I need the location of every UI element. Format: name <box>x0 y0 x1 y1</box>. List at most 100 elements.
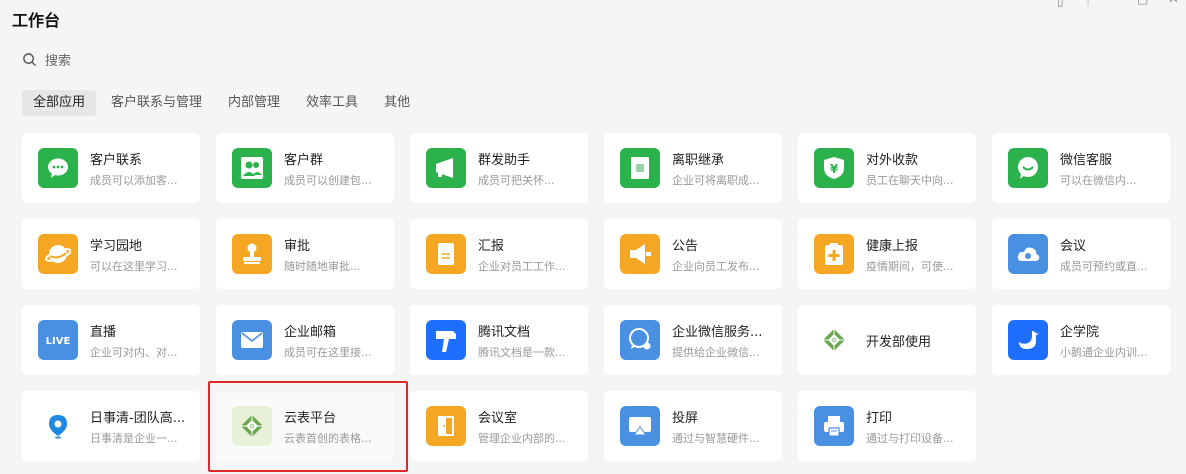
app-desc: 通过与打印设备... <box>866 431 954 445</box>
tencent-docs-icon <box>426 320 466 360</box>
close-icon[interactable]: ✕ <box>1168 0 1179 7</box>
app-name: 健康上报 <box>866 238 919 254</box>
planet-icon <box>38 234 78 274</box>
app-card[interactable]: 企业微信服务... 提供给企业微信... <box>604 305 782 375</box>
app-desc: 云表首创的表格... <box>284 431 372 445</box>
app-text: 直播企业可对内、对... <box>90 321 178 360</box>
app-grid: 客户联系成员可以添加客... 客户群 成员可以创建包... 群发助手 成员可把关怀...… <box>22 133 1170 461</box>
diamond-logo-icon <box>814 320 854 360</box>
minimize-icon[interactable]: — <box>1105 0 1117 5</box>
app-text: 汇报 企业对员工工作... <box>478 235 566 274</box>
app-desc: 通过与智慧硬件... <box>672 431 760 445</box>
app-text: 腾讯文档腾讯文档是一款... <box>478 321 566 360</box>
tab-2[interactable]: 内部管理 <box>217 90 291 116</box>
app-card[interactable]: 会议室管理企业内部的... <box>410 391 588 461</box>
app-name: 腾讯文档 <box>478 324 531 340</box>
app-card[interactable]: 打印 通过与打印设备... <box>798 391 976 461</box>
app-card[interactable]: 日事清-团队高... 日事清是企业一... <box>22 391 200 461</box>
app-card[interactable]: 汇报 企业对员工工作... <box>410 219 588 289</box>
app-text: 投屏通过与智慧硬件... <box>672 407 760 446</box>
announce-icon <box>620 234 660 274</box>
tab-0[interactable]: 全部应用 <box>22 90 97 116</box>
category-tabs: 全部应用 客户联系与管理 内部管理 效率工具 其他 <box>22 90 421 116</box>
app-name: 企业微信服务... <box>672 324 763 340</box>
app-desc: 企业可对内、对... <box>90 345 178 359</box>
document-icon <box>620 148 660 188</box>
app-card[interactable]: 投屏通过与智慧硬件... <box>604 391 782 461</box>
diamond-logo-icon <box>232 406 272 446</box>
app-text: 日事清-团队高... 日事清是企业一... <box>90 407 185 446</box>
app-desc: 腾讯文档是一款... <box>478 345 566 359</box>
live-icon: LIVE <box>38 320 78 360</box>
yuan-shield-icon: ¥ <box>814 148 854 188</box>
app-text: 企业邮箱 成员可在这里接... <box>284 321 372 360</box>
app-name: 客户联系 <box>90 152 143 168</box>
pin-icon[interactable]: ▯ <box>1057 0 1064 8</box>
report-icon <box>426 234 466 274</box>
app-desc: 企业可将离职成... <box>672 173 760 187</box>
app-desc: 成员可把关怀... <box>478 173 555 187</box>
app-text: 云表平台云表首创的表格... <box>284 407 372 446</box>
app-desc: 管理企业内部的... <box>478 431 566 445</box>
app-card[interactable]: 云表平台云表首创的表格... <box>216 391 394 461</box>
door-icon <box>426 406 466 446</box>
app-card[interactable]: 公告企业向员工发布... <box>604 219 782 289</box>
app-card[interactable]: 微信客服 可以在微信内... <box>992 133 1170 203</box>
search-box[interactable]: 搜索 <box>22 50 71 69</box>
stamp-icon <box>232 234 272 274</box>
app-name: 汇报 <box>478 238 505 254</box>
app-desc: 成员可在这里接... <box>284 345 372 359</box>
app-card[interactable]: 客户群 成员可以创建包... <box>216 133 394 203</box>
app-card[interactable]: 群发助手 成员可把关怀... <box>410 133 588 203</box>
app-text: 客户群 成员可以创建包... <box>284 149 372 188</box>
app-name: 云表平台 <box>284 410 337 426</box>
app-name: 客户群 <box>284 152 324 168</box>
app-card[interactable]: ¥ 对外收款 员工在聊天中向... <box>798 133 976 203</box>
app-desc: 员工在聊天中向... <box>866 173 954 187</box>
app-desc: 可以在这里学习... <box>90 259 178 273</box>
app-text: 企学院 小鹅通企业内训... <box>1060 321 1148 360</box>
tab-4[interactable]: 其他 <box>373 90 421 116</box>
app-card[interactable]: 企业邮箱 成员可在这里接... <box>216 305 394 375</box>
app-text: 企业微信服务... 提供给企业微信... <box>672 321 762 360</box>
app-card[interactable]: 学习园地 可以在这里学习... <box>22 219 200 289</box>
app-desc: 随时随地审批... <box>284 259 361 273</box>
app-name: 直播 <box>90 324 117 340</box>
search-icon <box>23 53 37 67</box>
app-name: 审批 <box>284 238 311 254</box>
app-card[interactable]: 健康上报 疫情期间，可使... <box>798 219 976 289</box>
megaphone-icon <box>426 148 466 188</box>
app-name: 公告 <box>672 238 699 254</box>
app-name: 日事清-团队高... <box>90 410 186 426</box>
app-card[interactable]: 审批随时随地审批... <box>216 219 394 289</box>
app-card[interactable]: LIVE 直播企业可对内、对... <box>22 305 200 375</box>
app-text: 群发助手 成员可把关怀... <box>478 149 555 188</box>
app-card[interactable]: 开发部使用 <box>798 305 976 375</box>
app-desc: 企业向员工发布... <box>672 259 760 273</box>
mail-icon <box>232 320 272 360</box>
app-card[interactable]: 离职继承企业可将离职成... <box>604 133 782 203</box>
app-name: 会议室 <box>478 410 518 426</box>
goose-icon <box>1008 320 1048 360</box>
app-card[interactable]: 企学院 小鹅通企业内训... <box>992 305 1170 375</box>
app-text: 公告企业向员工发布... <box>672 235 760 274</box>
app-name: 离职继承 <box>672 152 725 168</box>
app-text: 对外收款 员工在聊天中向... <box>866 149 954 188</box>
app-card[interactable]: 会议 成员可预约或直... <box>992 219 1170 289</box>
app-text: 健康上报 疫情期间，可使... <box>866 235 954 274</box>
app-desc: 成员可以添加客... <box>90 173 178 187</box>
app-text: 开发部使用 <box>866 331 931 350</box>
app-card[interactable]: 客户联系成员可以添加客... <box>22 133 200 203</box>
maximize-icon[interactable]: □ <box>1137 0 1148 6</box>
service-chat-icon <box>620 320 660 360</box>
group-icon <box>232 148 272 188</box>
app-desc: 小鹅通企业内训... <box>1060 345 1148 359</box>
tab-1[interactable]: 客户联系与管理 <box>100 90 213 116</box>
app-name: 开发部使用 <box>866 334 932 350</box>
app-name: 会议 <box>1060 238 1087 254</box>
search-placeholder: 搜索 <box>45 54 72 69</box>
app-name: 投屏 <box>672 410 699 426</box>
chat-bubble-icon <box>38 148 78 188</box>
tab-3[interactable]: 效率工具 <box>295 90 369 116</box>
app-card[interactable]: 腾讯文档腾讯文档是一款... <box>410 305 588 375</box>
